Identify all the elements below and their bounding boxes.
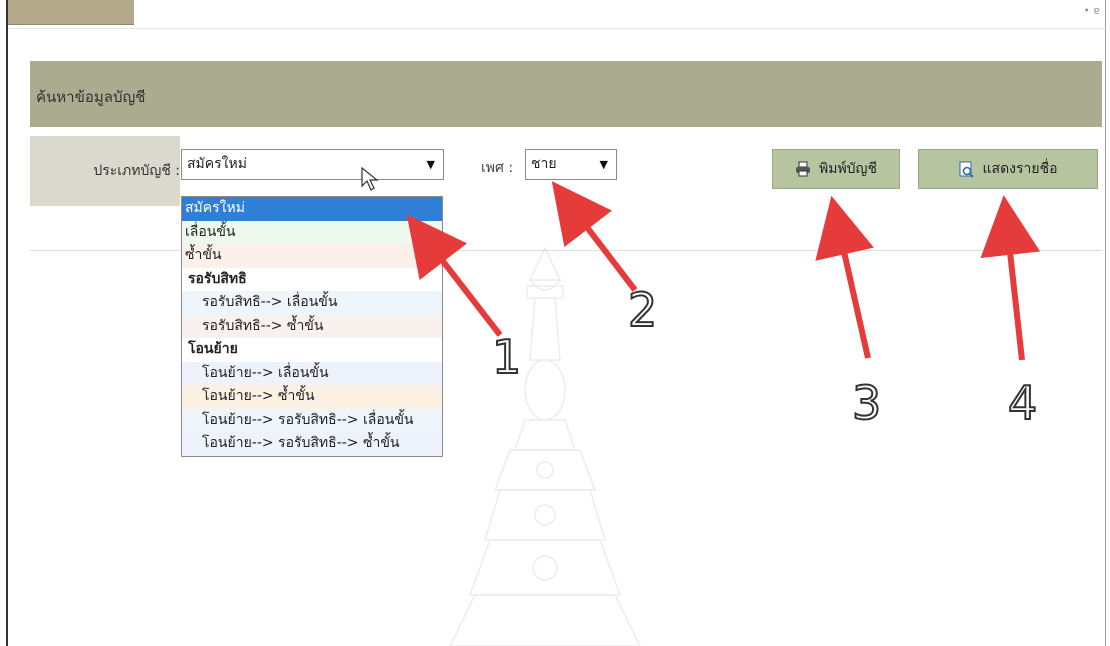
account-type-value: สมัครใหม่ bbox=[187, 156, 247, 172]
dropdown-optgroup: รอรับสิทธิ bbox=[182, 267, 442, 291]
top-divider bbox=[8, 28, 1106, 29]
chevron-down-icon: ▼ bbox=[599, 158, 608, 171]
account-type-label: ประเภทบัญชี : bbox=[93, 163, 180, 179]
top-tab[interactable] bbox=[8, 0, 134, 25]
sex-select[interactable]: ชาย ▼ bbox=[525, 149, 617, 180]
dropdown-option[interactable]: โอนย้าย--> เลื่อนขั้น bbox=[182, 361, 442, 385]
account-type-dropdown-list[interactable]: สมัครใหม่ เลื่อนขั้น ซ้ำขั้น รอรับสิทธิ รอรั… bbox=[181, 196, 443, 457]
dropdown-option[interactable]: โอนย้าย--> รอรับสิทธิ--> เลื่อนขั้น bbox=[182, 408, 442, 432]
magnifier-document-icon bbox=[959, 161, 975, 178]
university-emblem-watermark bbox=[449, 246, 641, 646]
print-account-label: พิมพ์บัญชี bbox=[818, 161, 877, 177]
dropdown-option[interactable]: สมัครใหม่ bbox=[182, 197, 442, 221]
dropdown-option[interactable]: โอนย้าย--> ซ้ำขั้น bbox=[182, 385, 442, 409]
dropdown-option[interactable]: รอรับสิทธิ--> ซ้ำขั้น bbox=[182, 314, 442, 338]
sex-label: เพศ : bbox=[481, 160, 514, 176]
annotation-number-3: 3 bbox=[851, 375, 882, 431]
annotation-number-4: 4 bbox=[1007, 375, 1038, 431]
printer-icon bbox=[795, 161, 811, 177]
page-title: ค้นหาข้อมูลบัญชี bbox=[36, 88, 146, 106]
dropdown-option[interactable]: ซ้ำขั้น bbox=[182, 244, 442, 268]
mouse-cursor-icon bbox=[361, 166, 379, 191]
dropdown-option[interactable]: เลื่อนขั้น bbox=[182, 220, 442, 244]
corner-mark: • ɐ bbox=[1083, 4, 1100, 17]
dropdown-option[interactable]: รอรับสิทธิ--> เลื่อนขั้น bbox=[182, 291, 442, 315]
search-header: ค้นหาข้อมูลบัญชี bbox=[30, 61, 1102, 127]
account-type-select[interactable]: สมัครใหม่ ▼ bbox=[181, 149, 444, 180]
print-account-button[interactable]: พิมพ์บัญชี bbox=[772, 149, 900, 189]
account-type-label-box: ประเภทบัญชี : bbox=[30, 136, 180, 206]
show-list-button[interactable]: แสดงรายชื่อ bbox=[918, 149, 1098, 189]
dropdown-optgroup: โอนย้าย bbox=[182, 338, 442, 362]
show-list-label: แสดงรายชื่อ bbox=[982, 161, 1058, 177]
annotation-number-2: 2 bbox=[627, 282, 658, 338]
dropdown-option[interactable]: โอนย้าย--> รอรับสิทธิ--> ซ้ำขั้น bbox=[182, 432, 442, 456]
chevron-down-icon: ▼ bbox=[426, 158, 435, 171]
sex-value: ชาย bbox=[531, 156, 557, 172]
annotation-number-1: 1 bbox=[491, 329, 522, 385]
